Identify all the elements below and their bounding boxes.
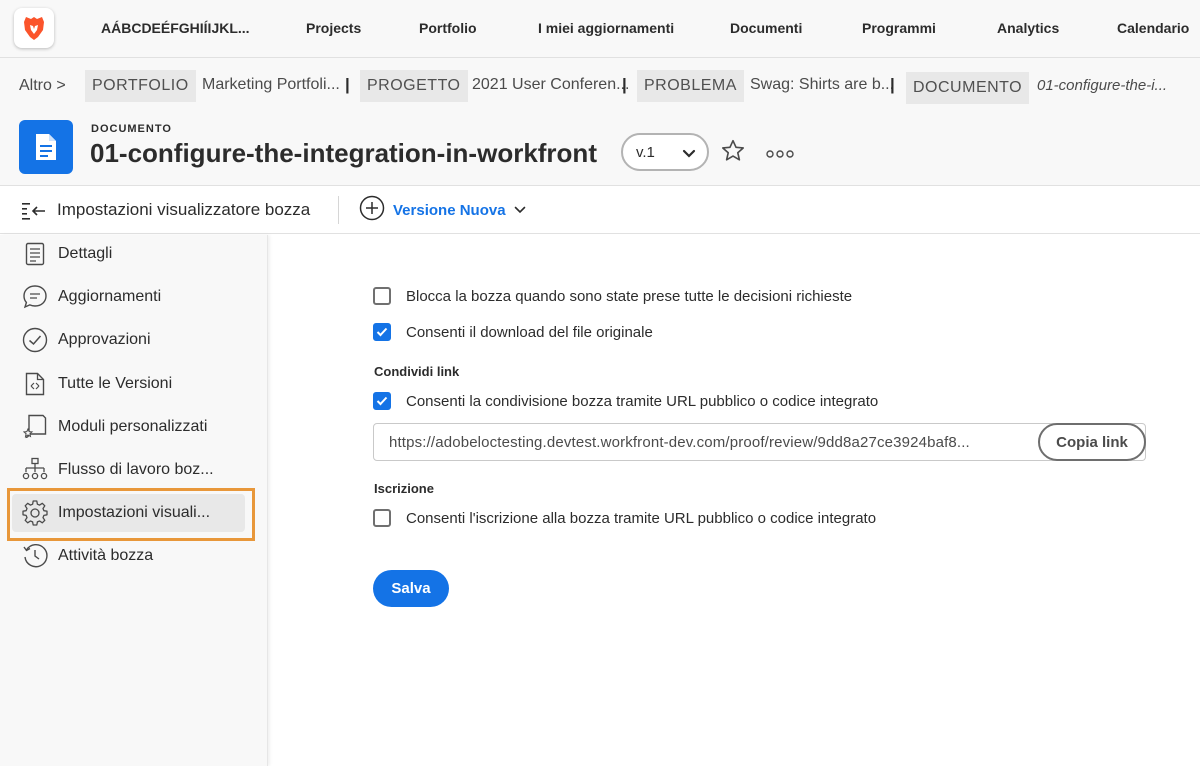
toolbar-title: Impostazioni visualizzatore bozza bbox=[57, 200, 311, 219]
lock-proof-label: Blocca la bozza quando sono state prese … bbox=[406, 287, 853, 305]
allow-share-checkbox[interactable] bbox=[373, 392, 391, 410]
document-icon bbox=[19, 120, 73, 174]
allow-share-option[interactable]: Consenti la condivisione bozza tramite U… bbox=[373, 391, 878, 411]
nav-portfolio[interactable]: Portfolio bbox=[419, 20, 477, 36]
version-dropdown[interactable]: v.1 bbox=[621, 133, 709, 171]
page-header: DOCUMENTO 01-configure-the-integration-i… bbox=[0, 110, 1200, 186]
breadcrumb-project-link[interactable]: 2021 User Conferen... bbox=[472, 76, 629, 94]
top-navigation: AÁBCDEÉFGHIÍIJKL... Projects Portfolio I… bbox=[0, 0, 1200, 58]
add-circle-icon bbox=[359, 195, 385, 226]
brave-lion-icon[interactable] bbox=[14, 8, 54, 48]
nav-projects[interactable]: Projects bbox=[306, 20, 361, 36]
allow-subscribe-option[interactable]: Consenti l'iscrizione alla bozza tramite… bbox=[373, 508, 876, 528]
collapse-panel-icon[interactable] bbox=[21, 201, 47, 226]
sidebar-item-label: Dettagli bbox=[58, 245, 113, 262]
details-icon bbox=[22, 241, 48, 267]
nav-documents[interactable]: Documenti bbox=[730, 20, 802, 36]
allow-share-label: Consenti la condivisione bozza tramite U… bbox=[406, 392, 879, 410]
lock-proof-checkbox[interactable] bbox=[373, 287, 391, 305]
breadcrumb-tag-portfolio: PORTFOLIO bbox=[85, 70, 196, 102]
allow-download-checkbox[interactable] bbox=[373, 323, 391, 341]
sidebar-item-label: Impostazioni visuali... bbox=[58, 504, 211, 521]
sidebar: Dettagli Aggiornamenti Approvazioni Tutt… bbox=[0, 235, 268, 766]
sidebar-item-details[interactable]: Dettagli bbox=[12, 235, 245, 273]
breadcrumb-document-current: 01-configure-the-i... bbox=[1037, 77, 1168, 94]
breadcrumb-more[interactable]: Altro > bbox=[19, 77, 66, 95]
share-url-field[interactable]: https://adobeloctesting.devtest.workfron… bbox=[373, 423, 1146, 461]
sidebar-item-proof-activity[interactable]: Attività bozza bbox=[12, 537, 245, 575]
nav-calendar[interactable]: Calendario bbox=[1117, 20, 1189, 36]
page-title: 01-configure-the-integration-in-workfron… bbox=[90, 138, 597, 168]
breadcrumb-separator: | bbox=[345, 75, 350, 94]
checkmark-icon bbox=[376, 396, 388, 406]
sidebar-item-label: Tutte le Versioni bbox=[58, 375, 173, 392]
object-type-label: DOCUMENTO bbox=[91, 123, 172, 135]
version-value: v.1 bbox=[636, 144, 655, 161]
nav-programs[interactable]: Programmi bbox=[862, 20, 936, 36]
share-link-heading: Condividi link bbox=[374, 364, 460, 379]
sidebar-item-all-versions[interactable]: Tutte le Versioni bbox=[12, 365, 245, 403]
new-version-button[interactable]: Versione Nuova bbox=[359, 195, 526, 226]
breadcrumb-tag-project: PROGETTO bbox=[360, 70, 468, 102]
breadcrumb-separator: | bbox=[622, 75, 627, 94]
copy-link-button[interactable]: Copia link bbox=[1038, 423, 1146, 461]
sidebar-item-label: Moduli personalizzati bbox=[58, 418, 208, 435]
save-button[interactable]: Salva bbox=[373, 570, 449, 607]
sidebar-item-proof-viewer-settings[interactable]: Impostazioni visuali... bbox=[12, 494, 245, 532]
workspace-name[interactable]: AÁBCDEÉFGHIÍIJKL... bbox=[101, 20, 250, 36]
breadcrumb-tag-issue: PROBLEMA bbox=[637, 70, 744, 102]
sidebar-item-label: Aggiornamenti bbox=[58, 288, 162, 305]
workflow-icon bbox=[22, 457, 48, 483]
sidebar-item-approvals[interactable]: Approvazioni bbox=[12, 321, 245, 359]
new-version-label: Versione Nuova bbox=[393, 201, 506, 219]
allow-subscribe-checkbox[interactable] bbox=[373, 509, 391, 527]
sidebar-item-label: Approvazioni bbox=[58, 331, 151, 348]
more-icon[interactable] bbox=[766, 146, 794, 164]
nav-my-updates[interactable]: I miei aggiornamenti bbox=[538, 20, 674, 36]
chevron-down-icon bbox=[682, 146, 696, 164]
nav-analytics[interactable]: Analytics bbox=[997, 20, 1059, 36]
breadcrumb-separator: | bbox=[890, 75, 895, 94]
sidebar-item-custom-forms[interactable]: Moduli personalizzati bbox=[12, 408, 245, 446]
lock-proof-option[interactable]: Blocca la bozza quando sono state prese … bbox=[373, 286, 852, 306]
chevron-down-icon bbox=[514, 201, 526, 219]
allow-download-option[interactable]: Consenti il download del file originale bbox=[373, 322, 653, 342]
allow-download-label: Consenti il download del file originale bbox=[406, 323, 653, 341]
divider bbox=[338, 196, 339, 224]
subscription-heading: Iscrizione bbox=[374, 481, 434, 496]
checkmark-circle-icon bbox=[22, 327, 48, 353]
breadcrumb-tag-document: DOCUMENTO bbox=[906, 72, 1030, 104]
breadcrumb: Altro > PORTFOLIO Marketing Portfoli... … bbox=[0, 58, 1200, 110]
comment-icon bbox=[22, 284, 48, 310]
allow-subscribe-label: Consenti l'iscrizione alla bozza tramite… bbox=[406, 509, 877, 527]
sidebar-item-proof-workflow[interactable]: Flusso di lavoro boz... bbox=[12, 451, 245, 489]
star-icon[interactable] bbox=[720, 138, 746, 169]
sidebar-item-updates[interactable]: Aggiornamenti bbox=[12, 278, 245, 316]
versions-icon bbox=[22, 371, 48, 397]
sidebar-item-label: Flusso di lavoro boz... bbox=[58, 461, 214, 478]
checkmark-icon bbox=[376, 327, 388, 337]
gear-icon bbox=[22, 500, 48, 526]
sidebar-item-label: Attività bozza bbox=[58, 547, 154, 564]
custom-forms-icon bbox=[22, 414, 48, 440]
breadcrumb-portfolio-link[interactable]: Marketing Portfoli... bbox=[202, 76, 340, 94]
share-url-value: https://adobeloctesting.devtest.workfron… bbox=[389, 434, 970, 451]
breadcrumb-issue-link[interactable]: Swag: Shirts are b... bbox=[750, 76, 894, 94]
toolbar: Impostazioni visualizzatore bozza Versio… bbox=[0, 186, 1200, 234]
history-icon bbox=[22, 543, 48, 569]
